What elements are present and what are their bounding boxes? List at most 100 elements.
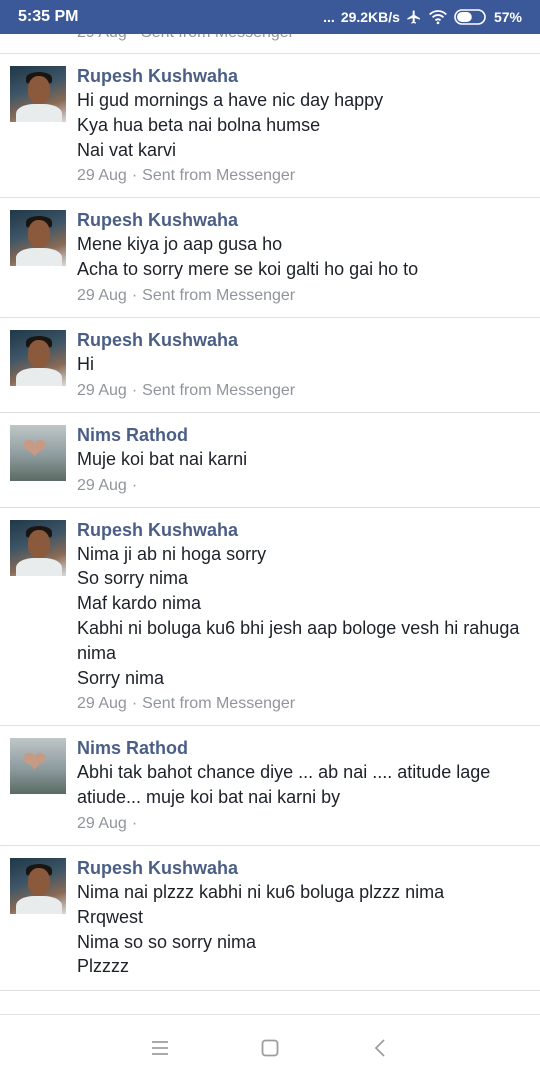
comment-line: Nai vat karvi xyxy=(77,139,177,160)
avatar-face xyxy=(28,529,50,558)
battery-icon xyxy=(454,9,488,25)
status-icons: ... 29.2KB/s 57% xyxy=(323,9,522,25)
comment-author[interactable]: Rupesh Kushwaha xyxy=(77,328,528,352)
comment-body: Rupesh Kushwaha Nima ji ab ni hoga sorry S… xyxy=(77,518,528,715)
comment-meta: 29 Aug · xyxy=(77,814,528,834)
comment-item[interactable]: ❤ Nims Rathod Abhi tak bahot chance diye .… xyxy=(0,726,540,846)
comment-line: Maf kardo nima xyxy=(77,593,202,614)
partial-comment-meta: 29 Aug · Sent from Messenger xyxy=(77,34,294,42)
comment-item[interactable]: ❤ Nims Rathod Muje koi bat nai karni 29 Aug… xyxy=(0,413,540,508)
meta-separator: · xyxy=(131,476,138,494)
comment-meta: 29 Aug · Sent from Messenger xyxy=(77,286,528,306)
avatar[interactable]: ❤ xyxy=(10,738,66,795)
avatar[interactable] xyxy=(10,329,66,386)
comment-line: Nima nai plzzz kabhi ni ku6 boluga plzzz… xyxy=(77,881,445,902)
comment-line: Acha to sorry mere se koi galti ho gai h… xyxy=(77,259,419,280)
comment-line: Abhi tak bahot chance diye ... ab nai ..… xyxy=(77,762,491,808)
comment-date[interactable]: 29 Aug xyxy=(77,287,127,304)
comment-line: Mene kiya jo aap gusa ho xyxy=(77,234,283,255)
avatar[interactable] xyxy=(10,210,66,267)
avatar-body xyxy=(16,367,62,386)
comment-source: Sent from Messenger xyxy=(142,381,296,399)
comment-text: Nima ji ab ni hoga sorry So sorry nima Maf… xyxy=(77,542,528,691)
wifi-icon xyxy=(428,9,448,25)
comment-item[interactable]: Rupesh Kushwaha Nima nai plzzz kabhi ni k… xyxy=(0,846,540,992)
status-dots: ... xyxy=(323,9,335,25)
avatar[interactable] xyxy=(10,857,66,914)
comment-date[interactable]: 29 Aug xyxy=(77,382,127,399)
comment-text: Muje koi bat nai karni xyxy=(77,447,528,472)
comment-text: Mene kiya jo aap gusa ho Acha to sorry me… xyxy=(77,232,528,282)
comment-body: Rupesh Kushwaha Nima nai plzzz kabhi ni k… xyxy=(77,856,528,979)
comment-date[interactable]: 29 Aug xyxy=(77,167,127,184)
comment-body: Rupesh Kushwaha Hi 29 Aug · Sent from Messen… xyxy=(77,328,528,401)
comment-meta: 29 Aug · Sent from Messenger xyxy=(77,166,528,186)
comment-text: Abhi tak bahot chance diye ... ab nai ..… xyxy=(77,760,528,810)
comment-line: Sorry nima xyxy=(77,667,165,688)
avatar[interactable] xyxy=(10,66,66,122)
comment-line: Hi gud mornings a have nic day happy xyxy=(77,90,384,110)
comment-item[interactable]: Rupesh Kushwaha Hi 29 Aug · Sent from Messen… xyxy=(0,318,540,413)
comment-author[interactable]: Nims Rathod xyxy=(77,423,528,447)
comment-line: Rrqwest xyxy=(77,906,144,927)
meta-separator: · xyxy=(131,695,138,713)
avatar-face xyxy=(28,76,50,104)
comment-meta: 29 Aug · Sent from Messenger xyxy=(77,381,528,401)
comment-item[interactable]: Rupesh Kushwaha Nima ji ab ni hoga sorry S… xyxy=(0,508,540,727)
partial-comment-top: 29 Aug · Sent from Messenger xyxy=(0,34,540,54)
avatar-body xyxy=(16,895,62,914)
avatar[interactable]: ❤ xyxy=(10,424,66,481)
comment-item[interactable]: Rupesh Kushwaha Mene kiya jo aap gusa ho A… xyxy=(0,198,540,318)
status-time: 5:35 PM xyxy=(18,8,79,25)
navigation-bar xyxy=(0,1014,540,1080)
menu-icon[interactable] xyxy=(145,1033,175,1063)
comment-body: Rupesh Kushwaha Mene kiya jo aap gusa ho A… xyxy=(77,208,528,306)
comment-source: Sent from Messenger xyxy=(142,695,296,713)
avatar-body xyxy=(16,557,62,576)
comment-source: Sent from Messenger xyxy=(142,286,296,304)
comment-item[interactable]: Rupesh Kushwaha Hi gud mornings a have ni… xyxy=(0,54,540,199)
comment-line: Plzzzz xyxy=(77,956,130,977)
comment-author[interactable]: Rupesh Kushwaha xyxy=(77,208,528,232)
comment-text: Hi xyxy=(77,352,528,377)
comment-date[interactable]: 29 Aug xyxy=(77,695,127,712)
battery-level: 57% xyxy=(493,9,522,25)
comment-body: Nims Rathod Muje koi bat nai karni 29 Aug · xyxy=(77,423,528,496)
back-icon[interactable] xyxy=(365,1033,395,1063)
comment-body: Nims Rathod Abhi tak bahot chance diye ..… xyxy=(77,736,528,834)
home-icon[interactable] xyxy=(255,1033,285,1063)
comment-author[interactable]: Rupesh Kushwaha xyxy=(77,856,528,880)
status-bar: 5:35 PM ... 29.2KB/s 57% xyxy=(0,0,540,34)
comment-list: Rupesh Kushwaha Hi gud mornings a have ni… xyxy=(0,54,540,992)
meta-separator: · xyxy=(131,814,138,832)
avatar-body xyxy=(16,248,62,267)
avatar-body xyxy=(16,104,62,122)
comment-text: Nima nai plzzz kabhi ni ku6 boluga plzzz… xyxy=(77,880,528,979)
comment-date[interactable]: 29 Aug xyxy=(77,815,127,832)
avatar-face xyxy=(28,867,50,896)
avatar-face xyxy=(28,339,50,368)
comment-meta: 29 Aug · Sent from Messenger xyxy=(77,694,528,714)
comment-author[interactable]: Nims Rathod xyxy=(77,736,528,760)
comment-meta: 29 Aug · xyxy=(77,476,528,496)
comment-line: Muje koi bat nai karni xyxy=(77,448,248,469)
comment-author[interactable]: Rupesh Kushwaha xyxy=(77,518,528,542)
comment-line: So sorry nima xyxy=(77,568,189,589)
comment-text: Hi gud mornings a have nic day happy Kya … xyxy=(77,88,528,162)
comment-date[interactable]: 29 Aug xyxy=(77,477,127,494)
comment-line: Nima so so sorry nima xyxy=(77,931,257,952)
avatar-face xyxy=(28,220,50,249)
comment-line: Kya hua beta nai bolna humse xyxy=(77,114,321,135)
comment-line: Nima ji ab ni hoga sorry xyxy=(77,543,267,564)
meta-separator: · xyxy=(131,381,138,399)
avatar[interactable] xyxy=(10,519,66,576)
airplane-icon xyxy=(406,9,422,25)
comment-author[interactable]: Rupesh Kushwaha xyxy=(77,64,528,88)
comment-feed[interactable]: 29 Aug · Sent from Messenger Rupesh Kush… xyxy=(0,34,540,1014)
heart-hands-icon: ❤ xyxy=(22,746,48,780)
meta-separator: · xyxy=(131,286,138,304)
heart-hands-icon: ❤ xyxy=(22,432,48,466)
comment-line: Kabhi ni boluga ku6 bhi jesh aap bologe … xyxy=(77,617,520,663)
meta-separator: · xyxy=(131,167,138,185)
comment-source: Sent from Messenger xyxy=(142,167,296,185)
